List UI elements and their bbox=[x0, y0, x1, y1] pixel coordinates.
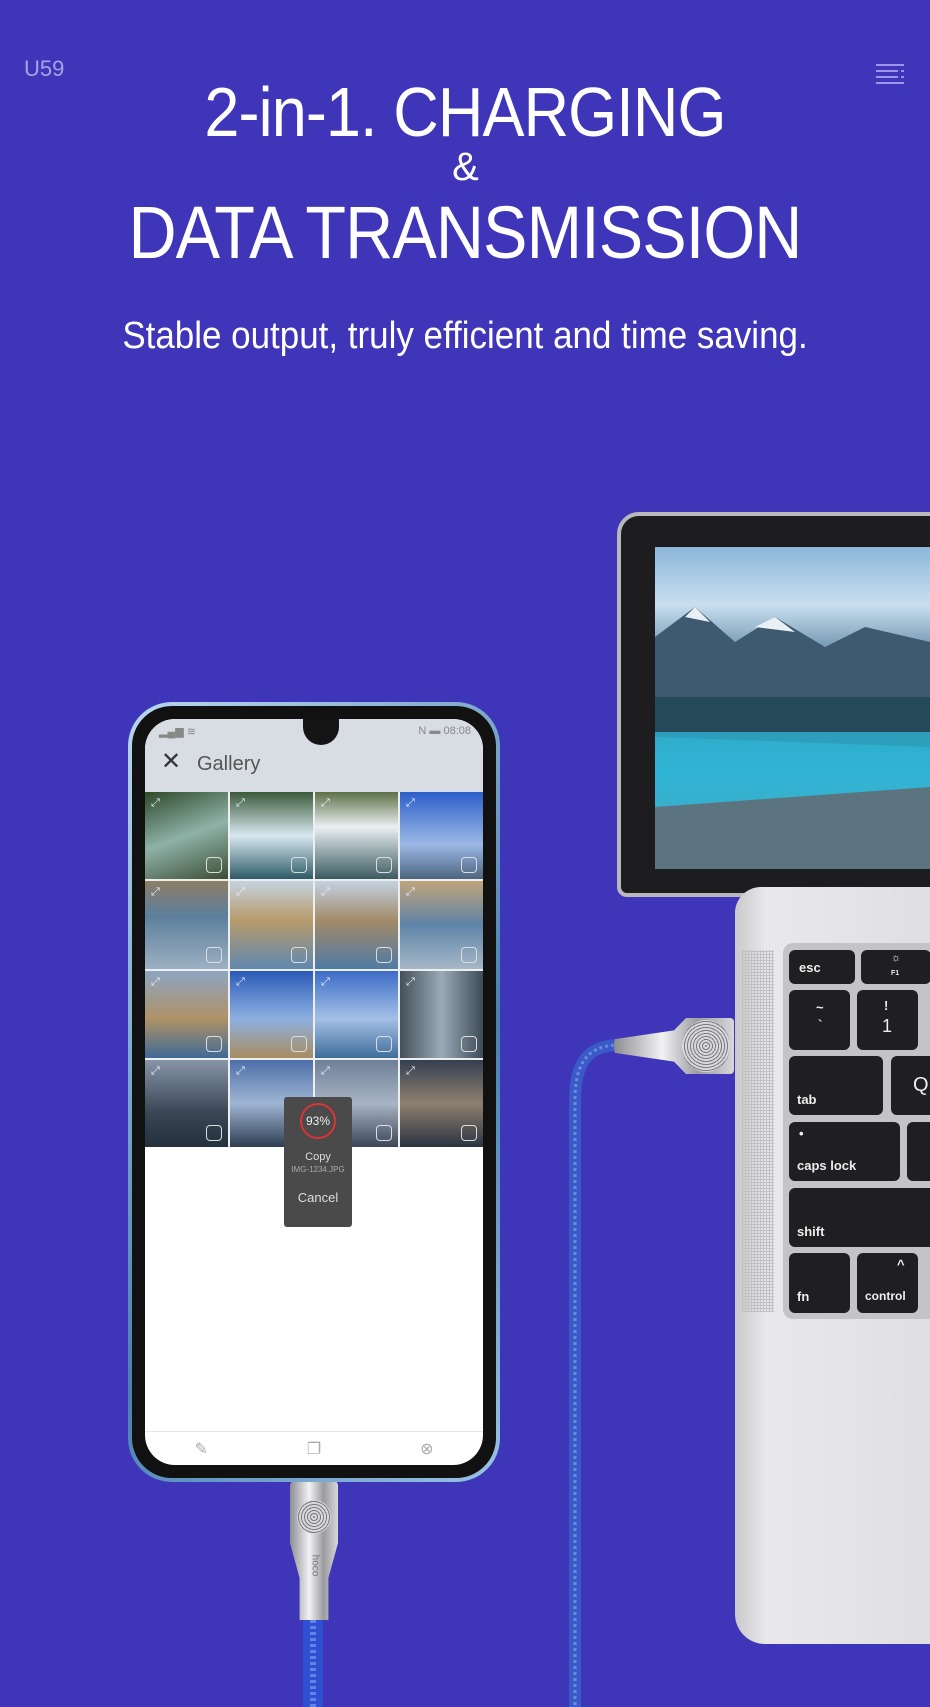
copy-progress-dialog: 93% Copy IMG-1234.JPG Cancel bbox=[284, 1097, 352, 1227]
copy-icon[interactable]: ❐ bbox=[307, 1439, 321, 1459]
expand-icon[interactable]: ⤢ bbox=[321, 976, 330, 989]
expand-icon[interactable]: ⤢ bbox=[236, 1065, 245, 1078]
camera-notch bbox=[303, 719, 339, 745]
select-checkbox[interactable] bbox=[291, 857, 307, 874]
close-icon[interactable]: ✕ bbox=[161, 747, 181, 776]
laptop-cable bbox=[569, 1039, 621, 1707]
filename: IMG-1234.JPG bbox=[291, 1165, 345, 1174]
select-checkbox[interactable] bbox=[206, 946, 222, 963]
photo-thumbnail[interactable]: ⤢ bbox=[145, 970, 228, 1058]
expand-icon[interactable]: ⤢ bbox=[406, 1065, 415, 1078]
expand-icon[interactable]: ⤢ bbox=[151, 797, 160, 810]
photo-grid: ⤢ ⤢ ⤢ ⤢ ⤢ ⤢ ⤢ ⤢ ⤢ ⤢ ⤢ ⤢ ⤢ ⤢ ⤢ ⤢ bbox=[145, 792, 483, 1147]
select-checkbox[interactable] bbox=[461, 1035, 477, 1052]
signal-wifi-icons: ▂▄▆ ≋ bbox=[159, 726, 196, 738]
select-checkbox[interactable] bbox=[206, 1125, 222, 1141]
bottom-toolbar: ✎ ❐ ⊗ bbox=[145, 1431, 483, 1465]
cancel-button[interactable]: Cancel bbox=[284, 1190, 352, 1205]
expand-icon[interactable]: ⤢ bbox=[406, 976, 415, 989]
progress-ring: 93% bbox=[300, 1103, 336, 1139]
select-checkbox[interactable] bbox=[376, 1125, 392, 1141]
phone: ▂▄▆ ≋ N ▬ 08:08 ✕ Gallery ⤢ ⤢ ⤢ ⤢ ⤢ ⤢ ⤢ ⤢ ⤢ ⤢ ⤢ ⤢ ⤢ ⤢… bbox=[128, 702, 500, 1482]
expand-icon[interactable]: ⤢ bbox=[151, 886, 160, 899]
copy-label: Copy bbox=[305, 1151, 331, 1163]
expand-icon[interactable]: ⤢ bbox=[406, 797, 415, 810]
photo-thumbnail[interactable]: ⤢ bbox=[230, 792, 313, 880]
select-checkbox[interactable] bbox=[206, 857, 222, 874]
select-checkbox[interactable] bbox=[291, 1035, 307, 1052]
expand-icon[interactable]: ⤢ bbox=[151, 976, 160, 989]
expand-icon[interactable]: ⤢ bbox=[151, 1065, 160, 1078]
expand-icon[interactable]: ⤢ bbox=[236, 797, 245, 810]
photo-thumbnail[interactable]: ⤢ bbox=[145, 881, 228, 969]
expand-icon[interactable]: ⤢ bbox=[236, 976, 245, 989]
select-checkbox[interactable] bbox=[461, 946, 477, 963]
photo-thumbnail[interactable]: ⤢ bbox=[400, 970, 483, 1058]
edit-icon[interactable]: ✎ bbox=[194, 1439, 207, 1459]
select-checkbox[interactable] bbox=[206, 1035, 222, 1052]
select-checkbox[interactable] bbox=[376, 946, 392, 963]
photo-thumbnail[interactable]: ⤢ bbox=[400, 792, 483, 880]
photo-thumbnail[interactable]: ⤢ bbox=[315, 970, 398, 1058]
close-circle-icon[interactable]: ⊗ bbox=[420, 1439, 433, 1459]
photo-thumbnail[interactable]: ⤢ bbox=[400, 881, 483, 969]
photo-thumbnail[interactable]: ⤢ bbox=[145, 1059, 228, 1147]
expand-icon[interactable]: ⤢ bbox=[406, 886, 415, 899]
expand-icon[interactable]: ⤢ bbox=[321, 886, 330, 899]
select-checkbox[interactable] bbox=[376, 857, 392, 874]
clock: 08:08 bbox=[443, 725, 471, 737]
select-checkbox[interactable] bbox=[461, 1125, 477, 1141]
select-checkbox[interactable] bbox=[291, 946, 307, 963]
select-checkbox[interactable] bbox=[461, 857, 477, 874]
brand-label: hoco bbox=[309, 1554, 321, 1577]
expand-icon[interactable]: ⤢ bbox=[321, 797, 330, 810]
photo-thumbnail[interactable]: ⤢ bbox=[145, 792, 228, 880]
fingerprint-icon bbox=[682, 1020, 730, 1072]
app-header: ▂▄▆ ≋ N ▬ 08:08 ✕ Gallery bbox=[145, 719, 483, 792]
expand-icon[interactable]: ⤢ bbox=[236, 886, 245, 899]
expand-icon[interactable]: ⤢ bbox=[321, 1065, 330, 1078]
gallery-title: Gallery bbox=[197, 753, 261, 775]
phone-screen: ▂▄▆ ≋ N ▬ 08:08 ✕ Gallery ⤢ ⤢ ⤢ ⤢ ⤢ ⤢ ⤢ ⤢ ⤢ ⤢ ⤢ ⤢ ⤢ ⤢… bbox=[145, 719, 483, 1465]
status-right: N ▬ 08:08 bbox=[418, 725, 471, 737]
photo-thumbnail[interactable]: ⤢ bbox=[230, 881, 313, 969]
photo-thumbnail[interactable]: ⤢ bbox=[315, 792, 398, 880]
select-checkbox[interactable] bbox=[376, 1035, 392, 1052]
photo-thumbnail[interactable]: ⤢ bbox=[230, 970, 313, 1058]
photo-thumbnail[interactable]: ⤢ bbox=[400, 1059, 483, 1147]
photo-thumbnail[interactable]: ⤢ bbox=[315, 881, 398, 969]
fingerprint-icon bbox=[297, 1500, 331, 1534]
nfc-icon: N bbox=[418, 725, 427, 737]
